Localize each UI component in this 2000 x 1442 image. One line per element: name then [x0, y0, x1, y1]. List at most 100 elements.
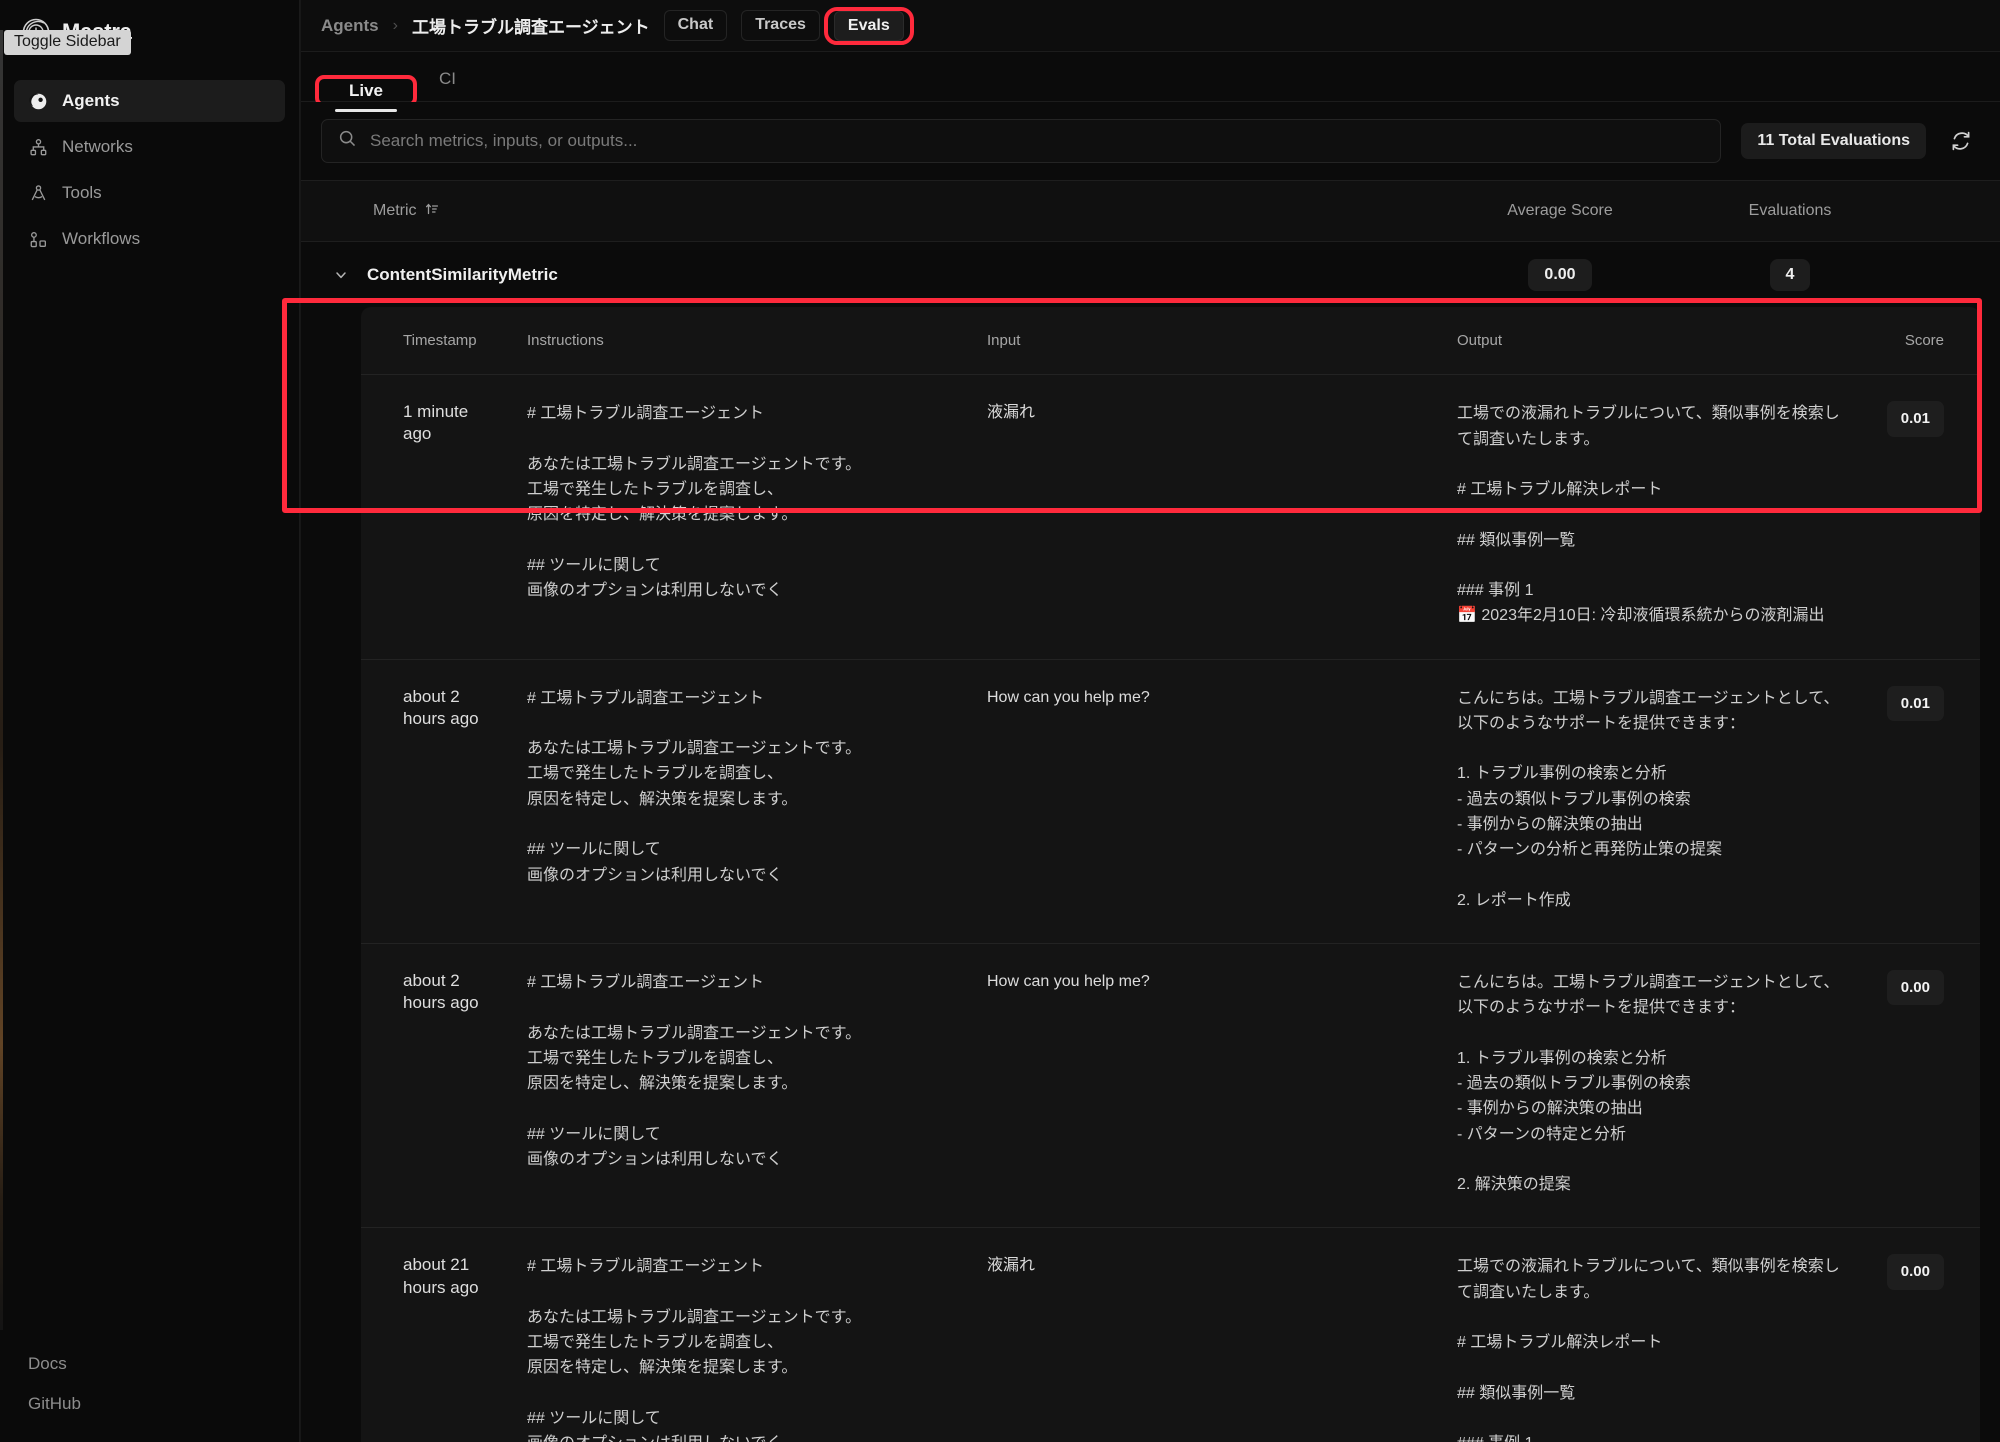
metric-group-evaluations-cell: 4 [1680, 258, 1900, 291]
column-header-metric[interactable]: Metric [301, 202, 1440, 221]
detail-header-row: Timestamp Instructions Input Output Scor… [361, 307, 1980, 376]
detail-column-input: Input [987, 332, 1021, 349]
table-row[interactable]: about 2 hours ago # 工場トラブル調査エージェント あなたは工… [361, 944, 1980, 1229]
evaluation-detail-table: Timestamp Instructions Input Output Scor… [361, 307, 1980, 1442]
sidebar-item-tools[interactable]: Tools [14, 172, 285, 214]
row-output-cell: 工場での液漏れトラブルについて、類似事例を検索して調査いたします。 # 工場トラ… [1443, 375, 1860, 658]
breadcrumb-agents[interactable]: Agents [321, 16, 379, 36]
workflows-icon [28, 229, 48, 249]
sidebar-item-label: Agents [62, 91, 120, 110]
sidebar: Mastra Toggle Sidebar Agents [0, 0, 300, 1442]
row-timestamp-cell: about 2 hours ago [361, 944, 513, 1227]
sidebar-item-agents[interactable]: Agents [14, 80, 285, 122]
detail-column-timestamp: Timestamp [403, 332, 477, 349]
row-output: こんにちは。工場トラブル調査エージェントとして、以下のようなサポートを提供できま… [1457, 689, 1840, 909]
row-instructions-cell: # 工場トラブル調査エージェント あなたは工場トラブル調査エージェントです。 工… [513, 944, 973, 1227]
column-header-evaluations: Evaluations [1748, 202, 1832, 219]
row-input: How can you help me? [987, 688, 1150, 706]
search-input[interactable] [370, 131, 1705, 151]
search-box[interactable] [321, 119, 1722, 163]
breadcrumb-separator-icon: › [392, 16, 398, 34]
subtab-ci[interactable]: CI [411, 69, 484, 101]
row-instructions: # 工場トラブル調査エージェント あなたは工場トラブル調査エージェントです。 工… [527, 689, 862, 884]
tab-evals[interactable]: Evals [833, 10, 904, 41]
row-input: How can you help me? [987, 973, 1150, 991]
detail-column-score: Score [1904, 332, 1944, 349]
sidebar-item-label: Networks [62, 137, 133, 156]
row-output-cell: こんにちは。工場トラブル調査エージェントとして、以下のようなサポートを提供できま… [1443, 944, 1860, 1227]
row-score-cell: 0.01 [1860, 660, 1980, 943]
row-input-cell: 液漏れ [973, 1228, 1443, 1442]
average-score-badge: 0.00 [1528, 258, 1592, 291]
metric-group-name-cell: ContentSimilarityMetric [301, 265, 1440, 285]
row-timestamp: about 2 hours ago [403, 686, 479, 728]
subtab-live[interactable]: Live [321, 81, 411, 112]
table-header-row: Metric Average Score Evaluations [301, 180, 2000, 242]
detail-column-instructions: Instructions [527, 332, 604, 349]
detail-column-output: Output [1457, 332, 1503, 349]
sidebar-item-label: Tools [62, 183, 102, 202]
table-row[interactable]: about 21 hours ago # 工場トラブル調査エージェント あなたは… [361, 1228, 1980, 1442]
github-link[interactable]: GitHub [28, 1394, 271, 1414]
row-output-cell: こんにちは。工場トラブル調査エージェントとして、以下のようなサポートを提供できま… [1443, 660, 1860, 943]
score-badge: 0.01 [1886, 685, 1944, 721]
score-badge: 0.00 [1886, 970, 1944, 1006]
main-content: Agents › 工場トラブル調査エージェント Chat Traces Eval… [300, 0, 2000, 1442]
toggle-sidebar-tooltip: Toggle Sidebar [4, 30, 131, 55]
search-row: 11 Total Evaluations [301, 102, 2000, 180]
row-timestamp: 1 minute ago [403, 402, 469, 444]
row-timestamp-cell: 1 minute ago [361, 375, 513, 658]
row-input-cell: 液漏れ [973, 375, 1443, 658]
row-timestamp: about 2 hours ago [403, 971, 479, 1013]
sidebar-accent-bar [0, 30, 3, 1330]
sort-asc-icon[interactable] [425, 202, 439, 221]
row-timestamp-cell: about 2 hours ago [361, 660, 513, 943]
sidebar-footer: Docs GitHub [0, 1354, 299, 1442]
sidebar-item-networks[interactable]: Networks [14, 126, 285, 168]
tab-traces[interactable]: Traces [741, 10, 820, 41]
row-input: 液漏れ [987, 1257, 1036, 1275]
row-instructions-cell: # 工場トラブル調査エージェント あなたは工場トラブル調査エージェントです。 工… [513, 375, 973, 658]
row-score-cell: 0.00 [1860, 1228, 1980, 1442]
row-output: 工場での液漏れトラブルについて、類似事例を検索して調査いたします。 # 工場トラ… [1457, 1258, 1840, 1442]
row-input: 液漏れ [987, 404, 1036, 422]
column-header-metric-label: Metric [373, 202, 417, 219]
sidebar-item-workflows[interactable]: Workflows [14, 218, 285, 260]
metric-group-average-cell: 0.00 [1440, 258, 1680, 291]
evaluations-table: Metric Average Score Evaluations Content… [301, 180, 2000, 1442]
refresh-icon[interactable] [1946, 126, 1976, 156]
total-evaluations-badge: 11 Total Evaluations [1741, 123, 1926, 159]
row-instructions: # 工場トラブル調査エージェント あなたは工場トラブル調査エージェントです。 工… [527, 974, 862, 1168]
score-badge: 0.01 [1886, 401, 1944, 437]
tab-evals-highlight: Evals [823, 6, 914, 45]
row-output: 工場での液漏れトラブルについて、類似事例を検索して調査いたします。 # 工場トラ… [1457, 405, 1840, 625]
topbar: Agents › 工場トラブル調査エージェント Chat Traces Eval… [301, 0, 2000, 52]
row-input-cell: How can you help me? [973, 660, 1443, 943]
row-output-cell: 工場での液漏れトラブルについて、類似事例を検索して調査いたします。 # 工場トラ… [1443, 1228, 1860, 1442]
chevron-down-icon[interactable] [333, 267, 349, 283]
row-score-cell: 0.00 [1860, 944, 1980, 1227]
row-score-cell: 0.01 [1860, 375, 1980, 658]
table-row[interactable]: 1 minute ago # 工場トラブル調査エージェント あなたは工場トラブル… [361, 375, 1980, 660]
table-row[interactable]: about 2 hours ago # 工場トラブル調査エージェント あなたは工… [361, 660, 1980, 945]
row-output: こんにちは。工場トラブル調査エージェントとして、以下のようなサポートを提供できま… [1457, 974, 1840, 1194]
row-timestamp-cell: about 21 hours ago [361, 1228, 513, 1442]
score-badge: 0.00 [1886, 1254, 1944, 1290]
metric-group-row[interactable]: ContentSimilarityMetric 0.00 4 [301, 242, 2000, 307]
row-input-cell: How can you help me? [973, 944, 1443, 1227]
subtab-bar: Live CI [301, 52, 2000, 107]
tab-chat[interactable]: Chat [663, 10, 728, 41]
tools-icon [28, 183, 48, 203]
column-header-average-score: Average Score [1507, 202, 1613, 219]
breadcrumb-current: 工場トラブル調査エージェント [411, 18, 650, 37]
docs-link[interactable]: Docs [28, 1354, 271, 1374]
evaluations-count-badge: 4 [1769, 258, 1811, 291]
app-root: Mastra Toggle Sidebar Agents [0, 0, 2000, 1442]
metric-group-label: ContentSimilarityMetric [367, 264, 558, 284]
sidebar-nav: Agents Networks Tools Workflows [0, 80, 299, 260]
row-instructions: # 工場トラブル調査エージェント あなたは工場トラブル調査エージェントです。 工… [527, 1258, 862, 1442]
agents-icon [28, 91, 48, 111]
row-instructions-cell: # 工場トラブル調査エージェント あなたは工場トラブル調査エージェントです。 工… [513, 1228, 973, 1442]
search-icon [338, 129, 357, 153]
row-instructions-cell: # 工場トラブル調査エージェント あなたは工場トラブル調査エージェントです。 工… [513, 660, 973, 943]
